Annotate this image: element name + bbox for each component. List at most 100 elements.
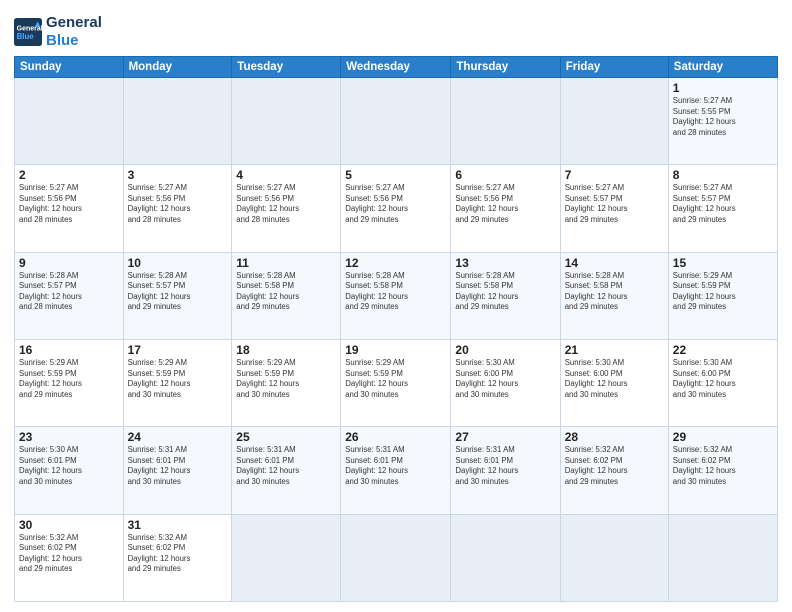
day-info: Sunrise: 5:29 AMSunset: 5:59 PMDaylight:… — [345, 358, 408, 399]
calendar-day-cell: 22 Sunrise: 5:30 AMSunset: 6:00 PMDaylig… — [668, 339, 777, 426]
day-number: 21 — [565, 343, 664, 357]
day-number: 17 — [128, 343, 228, 357]
calendar-day-cell: 6 Sunrise: 5:27 AMSunset: 5:56 PMDayligh… — [451, 165, 560, 252]
day-number: 3 — [128, 168, 228, 182]
calendar-day-cell: 9 Sunrise: 5:28 AMSunset: 5:57 PMDayligh… — [15, 252, 124, 339]
calendar-day-cell: 30 Sunrise: 5:32 AMSunset: 6:02 PMDaylig… — [15, 514, 124, 601]
calendar-day-cell — [560, 514, 668, 601]
day-number: 13 — [455, 256, 555, 270]
weekday-header-cell: Tuesday — [232, 57, 341, 78]
weekday-header-cell: Thursday — [451, 57, 560, 78]
calendar-day-cell: 16 Sunrise: 5:29 AMSunset: 5:59 PMDaylig… — [15, 339, 124, 426]
calendar-day-cell — [451, 514, 560, 601]
calendar-day-cell: 15 Sunrise: 5:29 AMSunset: 5:59 PMDaylig… — [668, 252, 777, 339]
day-number: 27 — [455, 430, 555, 444]
weekday-header-row: SundayMondayTuesdayWednesdayThursdayFrid… — [15, 57, 778, 78]
calendar-day-cell: 13 Sunrise: 5:28 AMSunset: 5:58 PMDaylig… — [451, 252, 560, 339]
calendar-week-row: 2 Sunrise: 5:27 AMSunset: 5:56 PMDayligh… — [15, 165, 778, 252]
calendar-table: SundayMondayTuesdayWednesdayThursdayFrid… — [14, 56, 778, 602]
day-info: Sunrise: 5:32 AMSunset: 6:02 PMDaylight:… — [565, 445, 628, 486]
calendar-day-cell: 4 Sunrise: 5:27 AMSunset: 5:56 PMDayligh… — [232, 165, 341, 252]
day-info: Sunrise: 5:28 AMSunset: 5:57 PMDaylight:… — [128, 271, 191, 312]
calendar-week-row: 23 Sunrise: 5:30 AMSunset: 6:01 PMDaylig… — [15, 427, 778, 514]
day-info: Sunrise: 5:32 AMSunset: 6:02 PMDaylight:… — [128, 533, 191, 574]
day-info: Sunrise: 5:30 AMSunset: 6:00 PMDaylight:… — [673, 358, 736, 399]
day-info: Sunrise: 5:28 AMSunset: 5:57 PMDaylight:… — [19, 271, 82, 312]
day-number: 4 — [236, 168, 336, 182]
calendar-day-cell: 3 Sunrise: 5:27 AMSunset: 5:56 PMDayligh… — [123, 165, 232, 252]
header: General Blue GeneralBlue — [14, 10, 778, 50]
day-number: 23 — [19, 430, 119, 444]
weekday-header-cell: Wednesday — [341, 57, 451, 78]
calendar-week-row: 30 Sunrise: 5:32 AMSunset: 6:02 PMDaylig… — [15, 514, 778, 601]
weekday-header-cell: Saturday — [668, 57, 777, 78]
day-number: 26 — [345, 430, 446, 444]
calendar-day-cell: 2 Sunrise: 5:27 AMSunset: 5:56 PMDayligh… — [15, 165, 124, 252]
day-info: Sunrise: 5:27 AMSunset: 5:57 PMDaylight:… — [565, 183, 628, 224]
day-number: 15 — [673, 256, 773, 270]
day-info: Sunrise: 5:28 AMSunset: 5:58 PMDaylight:… — [345, 271, 408, 312]
day-number: 31 — [128, 518, 228, 532]
day-number: 12 — [345, 256, 446, 270]
calendar-day-cell — [451, 78, 560, 165]
calendar-week-row: 9 Sunrise: 5:28 AMSunset: 5:57 PMDayligh… — [15, 252, 778, 339]
day-info: Sunrise: 5:31 AMSunset: 6:01 PMDaylight:… — [128, 445, 191, 486]
calendar-page: General Blue GeneralBlue SundayMondayTue… — [0, 0, 792, 612]
calendar-week-row: 16 Sunrise: 5:29 AMSunset: 5:59 PMDaylig… — [15, 339, 778, 426]
day-info: Sunrise: 5:30 AMSunset: 6:01 PMDaylight:… — [19, 445, 82, 486]
calendar-day-cell: 8 Sunrise: 5:27 AMSunset: 5:57 PMDayligh… — [668, 165, 777, 252]
day-number: 9 — [19, 256, 119, 270]
day-info: Sunrise: 5:29 AMSunset: 5:59 PMDaylight:… — [236, 358, 299, 399]
calendar-day-cell: 12 Sunrise: 5:28 AMSunset: 5:58 PMDaylig… — [341, 252, 451, 339]
calendar-day-cell — [560, 78, 668, 165]
day-info: Sunrise: 5:27 AMSunset: 5:56 PMDaylight:… — [128, 183, 191, 224]
calendar-day-cell: 25 Sunrise: 5:31 AMSunset: 6:01 PMDaylig… — [232, 427, 341, 514]
day-number: 2 — [19, 168, 119, 182]
day-info: Sunrise: 5:32 AMSunset: 6:02 PMDaylight:… — [673, 445, 736, 486]
day-info: Sunrise: 5:27 AMSunset: 5:57 PMDaylight:… — [673, 183, 736, 224]
weekday-header-cell: Monday — [123, 57, 232, 78]
calendar-day-cell: 19 Sunrise: 5:29 AMSunset: 5:59 PMDaylig… — [341, 339, 451, 426]
day-info: Sunrise: 5:27 AMSunset: 5:56 PMDaylight:… — [19, 183, 82, 224]
logo-icon: General Blue — [14, 18, 42, 46]
calendar-day-cell: 27 Sunrise: 5:31 AMSunset: 6:01 PMDaylig… — [451, 427, 560, 514]
calendar-day-cell — [232, 514, 341, 601]
calendar-day-cell: 14 Sunrise: 5:28 AMSunset: 5:58 PMDaylig… — [560, 252, 668, 339]
calendar-day-cell: 29 Sunrise: 5:32 AMSunset: 6:02 PMDaylig… — [668, 427, 777, 514]
day-info: Sunrise: 5:32 AMSunset: 6:02 PMDaylight:… — [19, 533, 82, 574]
day-number: 6 — [455, 168, 555, 182]
calendar-day-cell: 7 Sunrise: 5:27 AMSunset: 5:57 PMDayligh… — [560, 165, 668, 252]
svg-text:Blue: Blue — [17, 32, 35, 41]
calendar-body: 1 Sunrise: 5:27 AMSunset: 5:55 PMDayligh… — [15, 78, 778, 602]
day-number: 19 — [345, 343, 446, 357]
calendar-day-cell: 21 Sunrise: 5:30 AMSunset: 6:00 PMDaylig… — [560, 339, 668, 426]
day-number: 30 — [19, 518, 119, 532]
calendar-day-cell — [341, 514, 451, 601]
day-number: 20 — [455, 343, 555, 357]
day-info: Sunrise: 5:28 AMSunset: 5:58 PMDaylight:… — [455, 271, 518, 312]
day-info: Sunrise: 5:27 AMSunset: 5:55 PMDaylight:… — [673, 96, 736, 137]
day-number: 25 — [236, 430, 336, 444]
day-number: 1 — [673, 81, 773, 95]
day-number: 8 — [673, 168, 773, 182]
day-info: Sunrise: 5:29 AMSunset: 5:59 PMDaylight:… — [19, 358, 82, 399]
day-info: Sunrise: 5:30 AMSunset: 6:00 PMDaylight:… — [455, 358, 518, 399]
logo-text: GeneralBlue — [46, 14, 102, 50]
calendar-day-cell — [341, 78, 451, 165]
day-number: 10 — [128, 256, 228, 270]
day-number: 28 — [565, 430, 664, 444]
calendar-day-cell — [123, 78, 232, 165]
calendar-day-cell: 10 Sunrise: 5:28 AMSunset: 5:57 PMDaylig… — [123, 252, 232, 339]
calendar-day-cell — [15, 78, 124, 165]
calendar-day-cell: 26 Sunrise: 5:31 AMSunset: 6:01 PMDaylig… — [341, 427, 451, 514]
day-number: 24 — [128, 430, 228, 444]
calendar-day-cell — [232, 78, 341, 165]
logo: General Blue GeneralBlue — [14, 14, 102, 50]
day-number: 16 — [19, 343, 119, 357]
day-info: Sunrise: 5:30 AMSunset: 6:00 PMDaylight:… — [565, 358, 628, 399]
day-info: Sunrise: 5:31 AMSunset: 6:01 PMDaylight:… — [236, 445, 299, 486]
day-info: Sunrise: 5:31 AMSunset: 6:01 PMDaylight:… — [455, 445, 518, 486]
day-info: Sunrise: 5:27 AMSunset: 5:56 PMDaylight:… — [236, 183, 299, 224]
calendar-day-cell: 23 Sunrise: 5:30 AMSunset: 6:01 PMDaylig… — [15, 427, 124, 514]
calendar-day-cell: 24 Sunrise: 5:31 AMSunset: 6:01 PMDaylig… — [123, 427, 232, 514]
